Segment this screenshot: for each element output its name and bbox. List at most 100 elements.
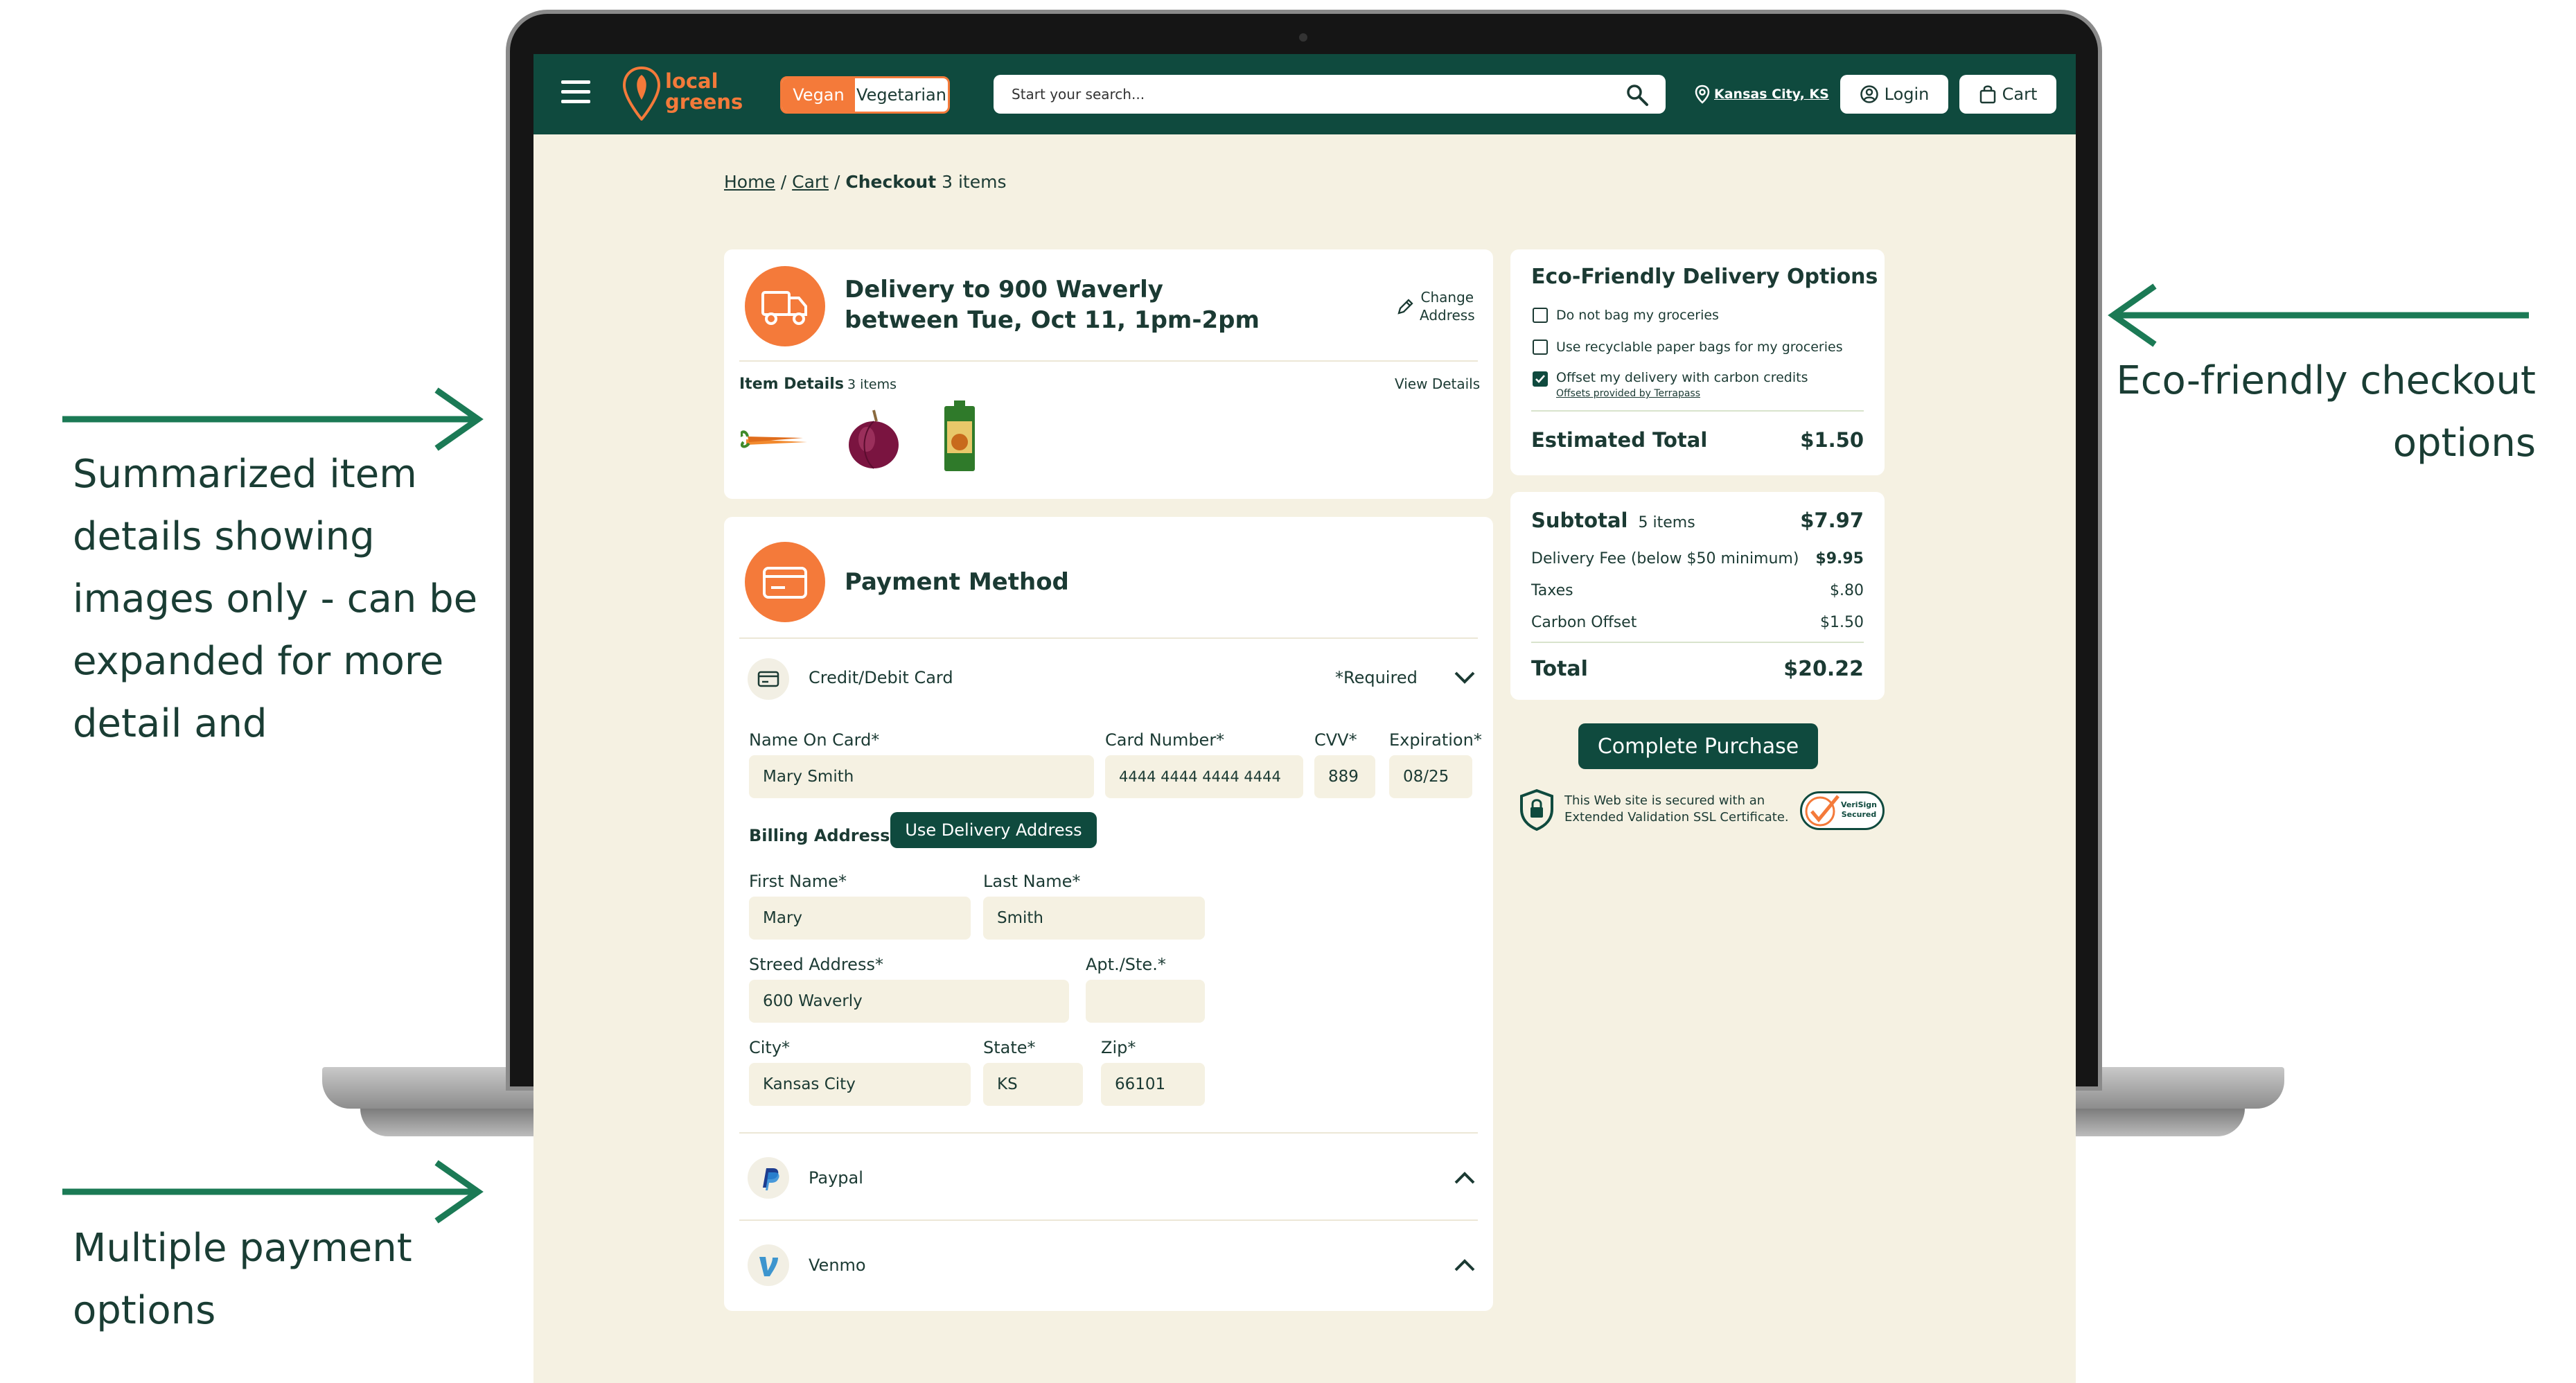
eco-options-card: Eco-Friendly Delivery Options Do not bag… [1510, 249, 1885, 475]
credit-card-label: Credit/Debit Card [809, 668, 953, 687]
delivery-card: Delivery to 900 Waverly between Tue, Oct… [724, 249, 1493, 499]
logo-wordmark: local greens [665, 71, 743, 112]
carbon-offset-checkbox[interactable] [1533, 371, 1548, 387]
login-label: Login [1884, 85, 1930, 104]
chevron-down-icon[interactable] [1453, 669, 1476, 686]
state-field[interactable]: KS [983, 1063, 1083, 1106]
breadcrumb-current: Checkout [845, 172, 937, 192]
use-delivery-address-button[interactable]: Use Delivery Address [890, 812, 1097, 848]
brand-logo[interactable]: local greens [622, 67, 761, 122]
summary-annotation-line: details showing [73, 514, 375, 559]
search-input[interactable] [1010, 75, 1606, 114]
red-onion-image [849, 409, 899, 469]
delivery-line: Delivery to 900 Waverly [845, 276, 1163, 303]
paypal-icon-circle [748, 1157, 789, 1199]
credit-card-option-header[interactable]: Credit/Debit Card *Required [739, 649, 1478, 711]
subtotal-count: 5 items [1638, 514, 1695, 531]
cart-label: Cart [2002, 85, 2038, 104]
subtotal-value: $7.97 [1800, 509, 1864, 532]
delivery-line: between Tue, Oct 11, 1pm-2pm [845, 306, 1260, 334]
total-value: $20.22 [1783, 657, 1864, 681]
summary-annotation-line: expanded for more [73, 639, 444, 684]
total-label: Total [1531, 657, 1588, 681]
cart-button[interactable]: Cart [1959, 75, 2056, 114]
card-option-icon-circle [748, 658, 789, 700]
delivery-divider [739, 360, 1478, 362]
diet-vegan-option[interactable]: Vegan [782, 78, 855, 112]
location-label: Kansas City, KS [1714, 87, 1829, 102]
cvv-label: CVV* [1314, 730, 1357, 750]
delivery-title: Delivery to 900 Waverly between Tue, Oct… [845, 274, 1260, 335]
no-bag-label: Do not bag my groceries [1556, 308, 1719, 323]
card-number-label: Card Number* [1105, 730, 1225, 750]
expiration-field[interactable]: 08/25 [1389, 755, 1472, 798]
breadcrumb-cart[interactable]: Cart [792, 172, 829, 192]
payment-annotation-line: Multiple payment [73, 1226, 412, 1271]
change-address-line: Change [1420, 289, 1474, 306]
carbon-offset-label: Offset my delivery with carbon credits [1556, 370, 1808, 385]
breadcrumb-separator: / [833, 172, 846, 192]
carbon-offset-fee-label: Carbon Offset [1531, 614, 1637, 631]
paypal-option[interactable]: Paypal [739, 1140, 1478, 1217]
change-address-label: Change Address [1420, 288, 1475, 324]
payment-card: Payment Method Credit/Debit Card *Requir… [724, 517, 1493, 1311]
first-name-field[interactable]: Mary [749, 897, 971, 940]
paypal-icon [763, 1168, 779, 1190]
summary-annotation-line: detail and [73, 701, 267, 746]
ssl-notice-line: This Web site is secured with an [1564, 793, 1765, 808]
diet-vegetarian-option[interactable]: Vegetarian [855, 78, 948, 112]
breadcrumb-home[interactable]: Home [724, 172, 775, 192]
venmo-option[interactable]: Venmo [739, 1228, 1478, 1304]
paper-bags-checkbox[interactable] [1533, 340, 1548, 355]
last-name-field[interactable]: Smith [983, 897, 1205, 940]
state-label: State* [983, 1038, 1036, 1057]
eco-annotation-line: Eco-friendly checkout [2116, 358, 2536, 403]
city-field[interactable]: Kansas City [749, 1063, 971, 1106]
card-number-field[interactable]: 4444 4444 4444 4444 [1105, 755, 1303, 798]
carbon-offset-fee-value: $1.50 [1820, 614, 1864, 631]
venmo-icon-circle [748, 1244, 789, 1286]
paypal-label: Paypal [809, 1168, 863, 1188]
payment-annotation-line: options [73, 1288, 216, 1333]
chevron-up-icon[interactable] [1453, 1170, 1476, 1186]
verisign-text: VeriSign Secured [1841, 800, 1877, 820]
complete-purchase-button[interactable]: Complete Purchase [1578, 723, 1818, 769]
menu-icon[interactable] [561, 80, 590, 104]
delivery-fee-label: Delivery Fee (below $50 minimum) [1531, 550, 1799, 567]
summary-annotation: Summarized item details showing images o… [73, 443, 488, 755]
search-icon[interactable] [1625, 83, 1649, 107]
paypal-divider [739, 1132, 1478, 1134]
app-screen: local greens Vegan Vegetarian Kansas Cit… [533, 54, 2076, 1383]
verisign-check-icon [1805, 795, 1840, 827]
apt-field[interactable] [1086, 980, 1205, 1023]
payment-annotation: Multiple payment options [73, 1217, 488, 1342]
first-name-label: First Name* [749, 872, 847, 891]
terrapass-link[interactable]: Offsets provided by Terrapass [1556, 388, 1700, 399]
top-navbar: local greens Vegan Vegetarian Kansas Cit… [533, 54, 2076, 134]
shield-lock-icon [1520, 789, 1553, 831]
change-address-button[interactable]: Change Address [1396, 288, 1479, 330]
name-on-card-field[interactable]: Mary Smith [749, 755, 1094, 798]
venmo-divider [739, 1219, 1478, 1221]
zip-label: Zip* [1101, 1038, 1136, 1057]
paper-bags-label: Use recyclable paper bags for my groceri… [1556, 340, 1843, 355]
checkmark-icon [1535, 375, 1545, 383]
location-link[interactable]: Kansas City, KS [1695, 82, 1829, 107]
order-summary-card: Subtotal 5 items $7.97 Delivery Fee (bel… [1510, 492, 1885, 700]
view-details-link[interactable]: View Details [1395, 376, 1480, 392]
broth-carton-image [944, 400, 975, 471]
cvv-field[interactable]: 889 [1314, 755, 1375, 798]
ssl-notice-line: Extended Validation SSL Certificate. [1564, 810, 1789, 825]
login-button[interactable]: Login [1840, 75, 1948, 114]
street-address-field[interactable]: 600 Waverly [749, 980, 1069, 1023]
no-bag-checkbox[interactable] [1533, 308, 1548, 323]
item-details-header: Item Details 3 items [739, 376, 897, 393]
search-bar [994, 75, 1666, 114]
chevron-up-icon[interactable] [1453, 1257, 1476, 1274]
zip-field[interactable]: 66101 [1101, 1063, 1205, 1106]
diet-toggle[interactable]: Vegan Vegetarian [780, 76, 950, 114]
billing-address-label: Billing Address [749, 826, 890, 845]
delivery-fee-value: $9.95 [1815, 550, 1864, 567]
location-pin-logo-icon [622, 67, 661, 121]
estimated-total-label: Estimated Total [1531, 428, 1708, 452]
